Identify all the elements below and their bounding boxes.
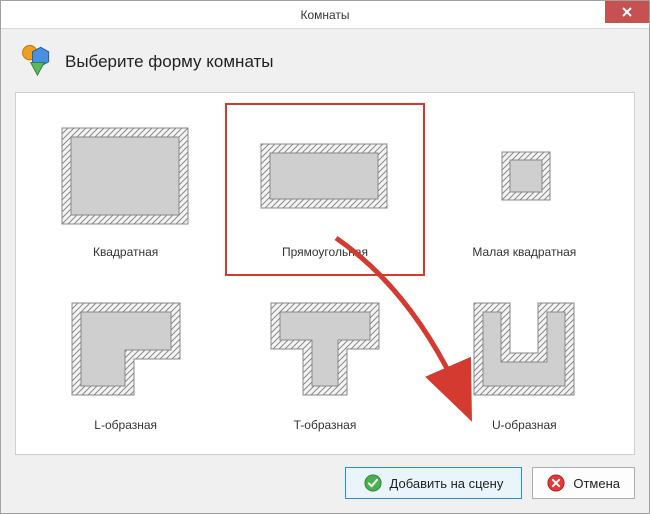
close-icon: [622, 7, 632, 17]
shape-option-t-shape[interactable]: T-образная: [225, 276, 424, 449]
shape-label: U-образная: [492, 418, 557, 432]
shape-option-rectangle[interactable]: Прямоугольная: [225, 103, 424, 276]
dialog-window: Комнаты Выберите форму комнаты: [0, 0, 650, 514]
shape-preview: [241, 115, 409, 239]
shape-option-small-square[interactable]: Малая квадратная: [425, 103, 624, 276]
shape-preview: [440, 115, 608, 239]
shape-label: Прямоугольная: [282, 245, 368, 259]
close-button[interactable]: [605, 1, 649, 23]
shape-preview: [241, 288, 409, 412]
shape-option-square[interactable]: Квадратная: [26, 103, 225, 276]
titlebar: Комнаты: [1, 1, 649, 29]
shape-label: Квадратная: [93, 245, 158, 259]
header-heading: Выберите форму комнаты: [65, 52, 274, 72]
check-circle-icon: [364, 474, 382, 492]
shape-preview: [42, 288, 210, 412]
header: Выберите форму комнаты: [1, 29, 649, 88]
cancel-button[interactable]: Отмена: [532, 467, 635, 499]
shape-preview: [42, 115, 210, 239]
add-to-scene-button[interactable]: Добавить на сцену: [345, 467, 523, 499]
shape-grid: Квадратная Прямоугольная: [26, 103, 624, 448]
content-panel: Квадратная Прямоугольная: [15, 92, 635, 455]
window-title: Комнаты: [1, 8, 649, 22]
shape-option-l-shape[interactable]: L-образная: [26, 276, 225, 449]
button-label: Отмена: [573, 476, 620, 491]
cancel-circle-icon: [547, 474, 565, 492]
shape-label: T-образная: [294, 418, 357, 432]
shape-preview: [440, 288, 608, 412]
footer: Добавить на сцену Отмена: [1, 463, 649, 513]
shapes-icon: [19, 41, 55, 82]
button-label: Добавить на сцену: [390, 476, 504, 491]
shape-option-u-shape[interactable]: U-образная: [425, 276, 624, 449]
shape-label: L-образная: [94, 418, 157, 432]
shape-label: Малая квадратная: [472, 245, 576, 259]
